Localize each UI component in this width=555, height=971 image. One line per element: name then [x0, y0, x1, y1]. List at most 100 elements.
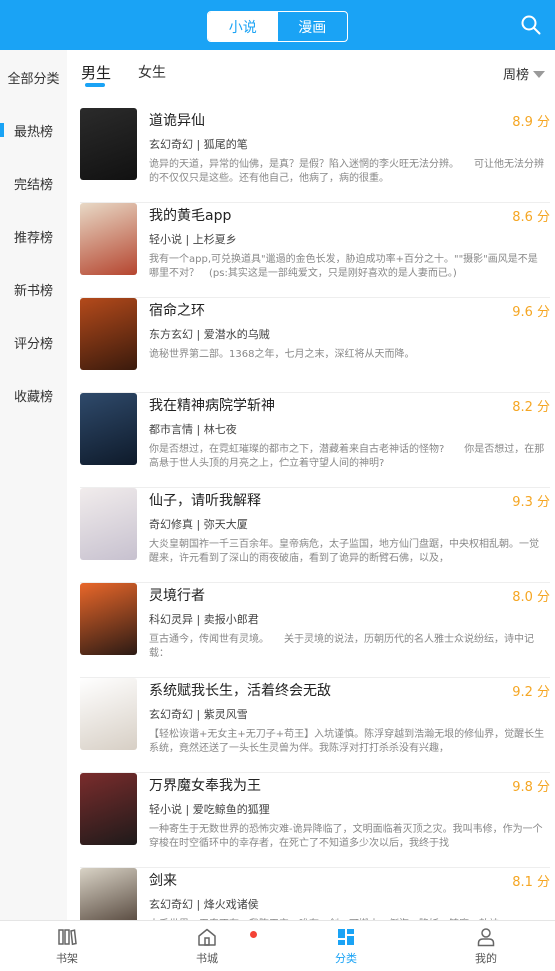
- sidebar-item-hottest[interactable]: 最热榜: [0, 115, 67, 145]
- book-description: 一种寄生于无数世界的恐怖灾难-诡异降临了，文明面临着灭顶之灾。我叫韦修，作为一个…: [149, 824, 543, 849]
- book-meta: 东方玄幻 | 爱潜水的乌贼: [149, 326, 270, 342]
- content-type-switch: 小说 漫画: [207, 11, 348, 42]
- search-icon[interactable]: [519, 13, 543, 37]
- notification-badge: [250, 931, 257, 938]
- rank-period-label: 周榜: [502, 68, 529, 83]
- book-description: 诡秘世界第二部。1368之年，七月之末，深红将从天而降。: [149, 349, 415, 360]
- top-bar: 小说 漫画: [0, 0, 555, 50]
- bottom-tab-bar: 书架 书城 分类 我的: [0, 920, 555, 971]
- tab-profile-label: 我的: [475, 952, 497, 965]
- book-description: 诡异的天道，异常的仙佛，是真？是假？陷入迷惘的李火旺无法分辨。 可让他无法分辨的…: [149, 159, 544, 184]
- book-item[interactable]: 灵境行者 8.0 分科幻灵异 | 卖报小郎君亘古通今，传闻世有灵境。 关于灵境的说…: [80, 583, 550, 678]
- book-author: 弥天大厦: [203, 518, 248, 531]
- book-genre: 玄幻奇幻: [149, 138, 193, 151]
- category-icon: [338, 929, 354, 945]
- book-description: 【轻松诙谐+无女主+无刀子+苟王】入坑谨慎。陈浮穿越到浩瀚无垠的修仙界，觉醒长生…: [149, 729, 545, 754]
- tab-comic[interactable]: 漫画: [278, 12, 348, 41]
- meta-separator: |: [193, 613, 204, 626]
- book-meta: 都市言情 | 林七夜: [149, 421, 237, 437]
- tab-bookshelf[interactable]: 书架: [27, 921, 107, 971]
- sidebar-item-new-books[interactable]: 新书榜: [0, 274, 67, 304]
- filter-female[interactable]: 女生: [138, 62, 166, 82]
- book-score: 9.2 分: [512, 685, 550, 700]
- book-genre: 奇幻修真: [149, 518, 193, 531]
- active-filter-indicator: [85, 83, 105, 87]
- tab-bookstore[interactable]: 书城: [167, 921, 247, 971]
- sidebar-item-favorites[interactable]: 收藏榜: [0, 380, 67, 410]
- book-author: 林七夜: [203, 423, 237, 436]
- book-author: 爱潜水的乌贼: [203, 328, 270, 341]
- filter-male[interactable]: 男生: [81, 62, 111, 83]
- book-cover-image: [80, 108, 137, 180]
- sidebar-item-recommended[interactable]: 推荐榜: [0, 221, 67, 251]
- book-item[interactable]: 系统赋我长生，活着终会无敌 9.2 分玄幻奇幻 | 紫灵风雪【轻松诙谐+无女主+无…: [80, 678, 550, 773]
- book-score: 8.0 分: [512, 590, 550, 605]
- book-author: 卖报小郎君: [203, 613, 259, 626]
- book-genre: 东方玄幻: [149, 328, 193, 341]
- book-description: 你是否想过，在霓虹璀璨的都市之下，潜藏着来自古老神话的怪物? 你是否想过，在那高…: [149, 444, 545, 469]
- book-meta: 轻小说 | 上杉夏乡: [149, 231, 237, 247]
- meta-separator: |: [193, 898, 204, 911]
- book-score: 9.6 分: [512, 305, 550, 320]
- book-author: 烽火戏诸侯: [203, 898, 259, 911]
- sidebar-item-rating[interactable]: 评分榜: [0, 327, 67, 357]
- rank-period-dropdown[interactable]: 周榜: [503, 64, 545, 83]
- book-title: 万界魔女奉我为王: [149, 778, 261, 794]
- book-meta: 轻小说 | 爱吃鲸鱼的狐狸: [149, 801, 270, 817]
- book-score: 8.2 分: [512, 400, 550, 415]
- book-title: 系统赋我长生，活着终会无敌: [149, 683, 331, 699]
- book-title: 我在精神病院学斩神: [149, 398, 275, 414]
- book-title: 道诡异仙: [149, 113, 205, 129]
- book-title: 仙子，请听我解释: [149, 493, 261, 509]
- book-cover-image: [80, 488, 137, 560]
- book-item[interactable]: 宿命之环 9.6 分东方玄幻 | 爱潜水的乌贼诡秘世界第二部。1368之年，七月之…: [80, 298, 550, 393]
- book-meta: 玄幻奇幻 | 紫灵风雪: [149, 706, 248, 722]
- book-cover-image: [80, 298, 137, 370]
- book-description: 我有一个app,可兑换道具"邋遢的金色长发，胁迫成功率+百分之十。""摄影"画风…: [149, 254, 538, 279]
- book-cover-image: [80, 203, 137, 275]
- book-cover-image: [80, 868, 137, 920]
- book-score: 9.3 分: [512, 495, 550, 510]
- book-author: 上杉夏乡: [192, 233, 237, 246]
- meta-separator: |: [182, 233, 193, 246]
- book-title: 剑来: [149, 873, 177, 889]
- book-item[interactable]: 我在精神病院学斩神 8.2 分都市言情 | 林七夜你是否想过，在霓虹璀璨的都市之下…: [80, 393, 550, 488]
- tab-novel[interactable]: 小说: [208, 12, 278, 41]
- book-title: 宿命之环: [149, 303, 205, 319]
- book-item[interactable]: 我的黄毛app 8.6 分轻小说 | 上杉夏乡 我有一个app,可兑换道具"邋遢的金…: [80, 203, 550, 298]
- book-genre: 玄幻奇幻: [149, 708, 193, 721]
- tab-profile[interactable]: 我的: [446, 921, 526, 971]
- book-genre: 都市言情: [149, 423, 193, 436]
- book-genre: 玄幻奇幻: [149, 898, 193, 911]
- book-description: 亘古通今，传闻世有灵境。 关于灵境的说法，历朝历代的名人雅士众说纷纭，诗中记载：: [149, 634, 534, 659]
- book-cover-image: [80, 678, 137, 750]
- book-cover-image: [80, 583, 137, 655]
- sidebar-item-completed[interactable]: 完结榜: [0, 168, 67, 198]
- book-meta: 科幻灵异 | 卖报小郎君: [149, 611, 259, 627]
- tab-bookstore-label: 书城: [196, 952, 218, 965]
- book-item[interactable]: 剑来8.1 分玄幻奇幻 | 烽火戏诸侯大千世界，无奇不有。我陈平安，唯有一剑，可…: [80, 868, 550, 920]
- book-score: 8.1 分: [512, 875, 550, 890]
- book-cover-image: [80, 773, 137, 845]
- profile-icon: [477, 928, 495, 947]
- book-description: 大炎皇朝国祚一千三百余年。皇帝病危，太子监国，地方仙门盘踞，中央权相乱朝。一觉醒…: [149, 539, 539, 564]
- meta-separator: |: [193, 138, 204, 151]
- meta-separator: |: [193, 328, 204, 341]
- book-item[interactable]: 仙子，请听我解释 9.3 分奇幻修真 | 弥天大厦 大炎皇朝国祚一千三百余年。皇帝病…: [80, 488, 550, 583]
- book-genre: 轻小说: [149, 233, 182, 246]
- book-item[interactable]: 道诡异仙 8.9 分玄幻奇幻 | 狐尾的笔 诡异的天道，异常的仙佛，是真？是假？陷入…: [80, 108, 550, 203]
- book-genre: 科幻灵异: [149, 613, 193, 626]
- chevron-down-icon: [533, 71, 545, 78]
- tab-category-label: 分类: [335, 952, 357, 965]
- book-author: 狐尾的笔: [203, 138, 248, 151]
- book-ranking-panel: 男生 女生 周榜 道诡异仙 8.9 分玄幻奇幻 | 狐尾的笔 诡异的天道，异常的仙佛…: [67, 50, 555, 920]
- meta-separator: |: [193, 423, 204, 436]
- book-cover-image: [80, 393, 137, 465]
- tab-category[interactable]: 分类: [306, 921, 386, 971]
- book-title: 灵境行者: [149, 588, 205, 604]
- book-item[interactable]: 万界魔女奉我为王 9.8 分轻小说 | 爱吃鲸鱼的狐狸 一种寄生于无数世界的恐怖灾难…: [80, 773, 550, 868]
- category-sidebar: 全部分类 最热榜 完结榜 推荐榜 新书榜 评分榜 收藏榜: [0, 50, 67, 920]
- sidebar-item-all-categories[interactable]: 全部分类: [0, 62, 67, 92]
- book-author: 紫灵风雪: [203, 708, 248, 721]
- tab-bookshelf-label: 书架: [56, 952, 78, 965]
